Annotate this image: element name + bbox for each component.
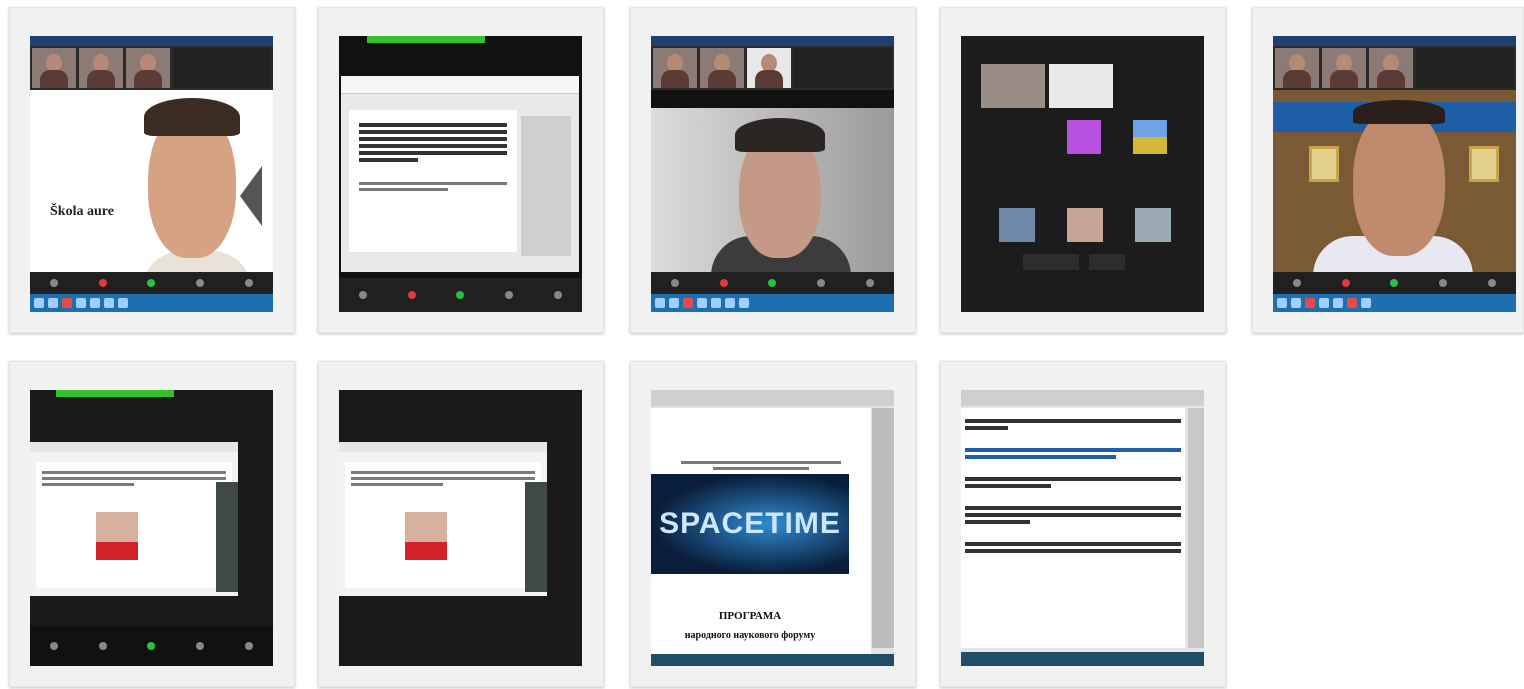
gray-shape (240, 166, 262, 226)
participant-thumb (653, 48, 697, 88)
meeting-controls (651, 272, 894, 294)
participant-thumb (79, 48, 123, 88)
gallery-thumbnail-1[interactable]: Škola aure (9, 7, 295, 333)
screenshot-video-call (1273, 36, 1516, 312)
gallery-thumbnail-8[interactable]: SPACETIME ПРОГРАМА народного наукового ф… (630, 361, 916, 687)
os-taskbar (651, 294, 894, 312)
participant-name (173, 48, 271, 88)
meeting-controls (30, 272, 273, 294)
app-tile-purple (1067, 120, 1101, 154)
doc-toolbar (961, 390, 1204, 406)
side-panel (525, 482, 547, 592)
wall-frame (1469, 146, 1499, 182)
speaker-face (1353, 106, 1445, 256)
gallery-thumbnail-3[interactable] (630, 7, 916, 333)
window-titlebar (30, 36, 273, 46)
screenshot-shared-browser (339, 390, 582, 666)
screenshot-shared-document (339, 36, 582, 312)
gallery-thumbnail-7[interactable] (318, 361, 604, 687)
screenshot-video-call: Škola aure (30, 36, 273, 312)
screenshot-gallery-view (961, 36, 1204, 312)
caption-strip (651, 90, 894, 108)
os-taskbar (651, 654, 894, 666)
participant-thumb (1369, 48, 1413, 88)
video-tile (1049, 64, 1113, 108)
document-page: SPACETIME ПРОГРАМА народного наукового ф… (651, 408, 871, 658)
sharing-indicator (56, 390, 174, 397)
window-titlebar (651, 36, 894, 46)
screenshot-program-document: SPACETIME ПРОГРАМА народного наукового ф… (651, 390, 894, 666)
gallery-thumbnail-4[interactable] (940, 7, 1226, 333)
program-heading: ПРОГРАМА (718, 610, 782, 622)
participant-thumb (1322, 48, 1366, 88)
doc-toolbar (651, 390, 894, 406)
browser-window (30, 442, 238, 596)
dialog-button (1023, 254, 1079, 270)
participant-name (1416, 48, 1514, 88)
image-tile (1067, 208, 1103, 242)
os-taskbar (961, 652, 1204, 666)
participant-thumb (700, 48, 744, 88)
meeting-controls (30, 626, 273, 666)
dialog-button (1089, 254, 1125, 270)
gallery-thumbnail-5[interactable] (1252, 7, 1524, 333)
participant-strip (1273, 46, 1516, 90)
sharing-indicator (367, 36, 485, 43)
profile-photo (405, 512, 447, 560)
program-subheading: народного наукового форуму (684, 630, 816, 641)
gallery-thumbnail-6[interactable] (9, 361, 295, 687)
gallery-thumbnail-2[interactable] (318, 7, 604, 333)
wall-frame (1309, 146, 1339, 182)
os-taskbar (30, 294, 273, 312)
participant-strip (30, 46, 273, 90)
speaker-hair (1353, 100, 1445, 124)
banner-title: SPACETIME (659, 507, 841, 540)
slide-caption: Škola aure (50, 204, 114, 219)
document-page (961, 408, 1185, 648)
screenshot-shared-browser (30, 390, 273, 666)
window-titlebar (1273, 36, 1516, 46)
app-tile-field (1133, 120, 1167, 154)
video-tile (981, 64, 1045, 108)
image-tile (999, 208, 1035, 242)
browser-window (339, 442, 547, 596)
participant-thumb (1275, 48, 1319, 88)
image-tile (1135, 208, 1171, 242)
participant-thumb (126, 48, 170, 88)
scrollbar[interactable] (872, 408, 894, 648)
participant-strip (651, 46, 894, 90)
gallery-thumbnail-9[interactable] (940, 361, 1226, 687)
screenshot-video-call (651, 36, 894, 312)
side-panel (216, 482, 238, 592)
spacetime-banner: SPACETIME (651, 474, 849, 574)
speaker-hair (735, 118, 825, 152)
os-taskbar (1273, 294, 1516, 312)
screenshot-text-document (961, 390, 1204, 666)
meeting-controls (1273, 272, 1516, 294)
participant-name (794, 48, 892, 88)
participant-thumb (747, 48, 791, 88)
speaker-hair (144, 98, 240, 136)
scrollbar[interactable] (1188, 408, 1204, 648)
participant-thumb (32, 48, 76, 88)
document-window (341, 76, 579, 272)
profile-photo (96, 512, 138, 560)
meeting-controls (339, 278, 582, 312)
